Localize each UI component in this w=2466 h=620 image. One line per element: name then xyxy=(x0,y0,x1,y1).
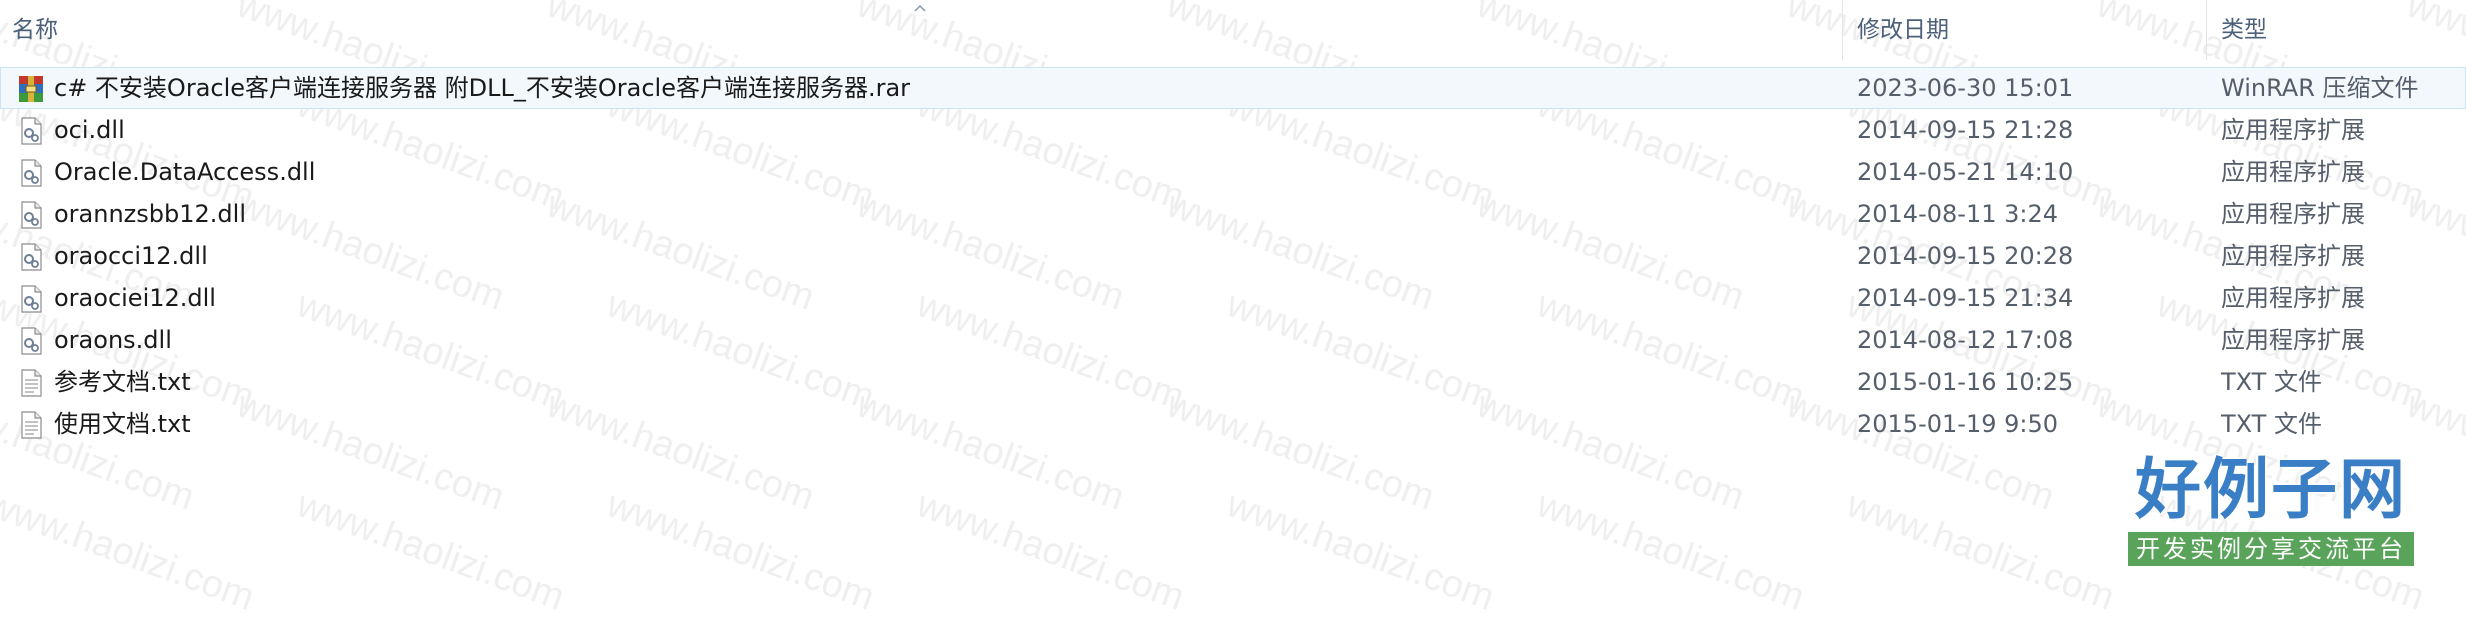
winrar-archive-icon xyxy=(16,74,46,104)
column-header-type[interactable]: 类型 xyxy=(2221,0,2267,60)
watermark-text: www.haolizi.com xyxy=(2461,483,2466,619)
file-row[interactable]: 使用文档.txt 2015-01-19 9:50 TXT 文件 xyxy=(0,403,2466,445)
file-row[interactable]: c# 不安装Oracle客户端连接服务器 附DLL_不安装Oracle客户端连接… xyxy=(0,67,2466,109)
file-row[interactable]: oraons.dll 2014-08-12 17:08 应用程序扩展 xyxy=(0,319,2466,361)
file-row[interactable]: orannzsbb12.dll 2014-08-11 3:24 应用程序扩展 xyxy=(0,193,2466,235)
file-row[interactable]: oraocci12.dll 2014-09-15 20:28 应用程序扩展 xyxy=(0,235,2466,277)
text-file-icon xyxy=(16,410,46,440)
file-row[interactable]: oraociei12.dll 2014-09-15 21:34 应用程序扩展 xyxy=(0,277,2466,319)
file-row[interactable]: Oracle.DataAccess.dll 2014-05-21 14:10 应用程… xyxy=(0,151,2466,193)
dll-file-icon xyxy=(16,284,46,314)
file-date-modified: 2014-08-12 17:08 xyxy=(1857,326,2074,354)
column-header-name[interactable]: 名称 xyxy=(12,0,58,60)
watermark-text: www.haolizi.com xyxy=(1841,483,2120,619)
file-date-modified: 2023-06-30 15:01 xyxy=(1857,74,2074,102)
file-name: oraociei12.dll xyxy=(54,284,216,312)
dll-file-icon xyxy=(16,326,46,356)
file-list: c# 不安装Oracle客户端连接服务器 附DLL_不安装Oracle客户端连接… xyxy=(0,67,2466,445)
file-date-modified: 2014-05-21 14:10 xyxy=(1857,158,2074,186)
file-type: 应用程序扩展 xyxy=(2221,326,2365,354)
file-name: Oracle.DataAccess.dll xyxy=(54,158,316,186)
watermark-text: www.haolizi.com xyxy=(0,483,260,619)
text-file-icon xyxy=(16,368,46,398)
column-separator[interactable] xyxy=(1842,0,1843,60)
file-type: 应用程序扩展 xyxy=(2221,284,2365,312)
file-name: c# 不安装Oracle客户端连接服务器 附DLL_不安装Oracle客户端连接… xyxy=(54,74,911,102)
file-date-modified: 2014-09-15 21:34 xyxy=(1857,284,2074,312)
watermark-text: www.haolizi.com xyxy=(911,483,1190,619)
watermark-text: www.haolizi.com xyxy=(1221,483,1500,619)
file-date-modified: 2014-08-11 3:24 xyxy=(1857,200,2058,228)
file-type: WinRAR 压缩文件 xyxy=(2221,74,2419,102)
file-row[interactable]: 参考文档.txt 2015-01-16 10:25 TXT 文件 xyxy=(0,361,2466,403)
file-type: TXT 文件 xyxy=(2221,368,2322,396)
file-date-modified: 2015-01-16 10:25 xyxy=(1857,368,2074,396)
site-logo: 好例子网 开发实例分享交流平台 xyxy=(2128,450,2414,566)
file-type: TXT 文件 xyxy=(2221,410,2322,438)
column-header-date-modified[interactable]: 修改日期 xyxy=(1857,0,1949,60)
watermark-text: www.haolizi.com xyxy=(291,483,570,619)
file-type: 应用程序扩展 xyxy=(2221,158,2365,186)
dll-file-icon xyxy=(16,116,46,146)
file-name: oraons.dll xyxy=(54,326,172,354)
file-type: 应用程序扩展 xyxy=(2221,242,2365,270)
column-header-bar: 名称 修改日期 类型 xyxy=(0,0,2466,60)
dll-file-icon xyxy=(16,200,46,230)
logo-subtitle: 开发实例分享交流平台 xyxy=(2128,532,2414,566)
file-type: 应用程序扩展 xyxy=(2221,116,2365,144)
file-name: oci.dll xyxy=(54,116,125,144)
file-name: oraocci12.dll xyxy=(54,242,208,270)
logo-title: 好例子网 xyxy=(2135,451,2407,528)
watermark-text: www.haolizi.com xyxy=(1531,483,1810,619)
file-name: 使用文档.txt xyxy=(54,410,191,438)
sort-ascending-icon xyxy=(914,4,926,12)
dll-file-icon xyxy=(16,242,46,272)
column-separator[interactable] xyxy=(2206,0,2207,60)
file-row[interactable]: oci.dll 2014-09-15 21:28 应用程序扩展 xyxy=(0,109,2466,151)
file-date-modified: 2015-01-19 9:50 xyxy=(1857,410,2058,438)
file-name: 参考文档.txt xyxy=(54,368,191,396)
file-date-modified: 2014-09-15 21:28 xyxy=(1857,116,2074,144)
watermark-text: www.haolizi.com xyxy=(601,483,880,619)
file-name: orannzsbb12.dll xyxy=(54,200,246,228)
file-date-modified: 2014-09-15 20:28 xyxy=(1857,242,2074,270)
file-type: 应用程序扩展 xyxy=(2221,200,2365,228)
dll-file-icon xyxy=(16,158,46,188)
